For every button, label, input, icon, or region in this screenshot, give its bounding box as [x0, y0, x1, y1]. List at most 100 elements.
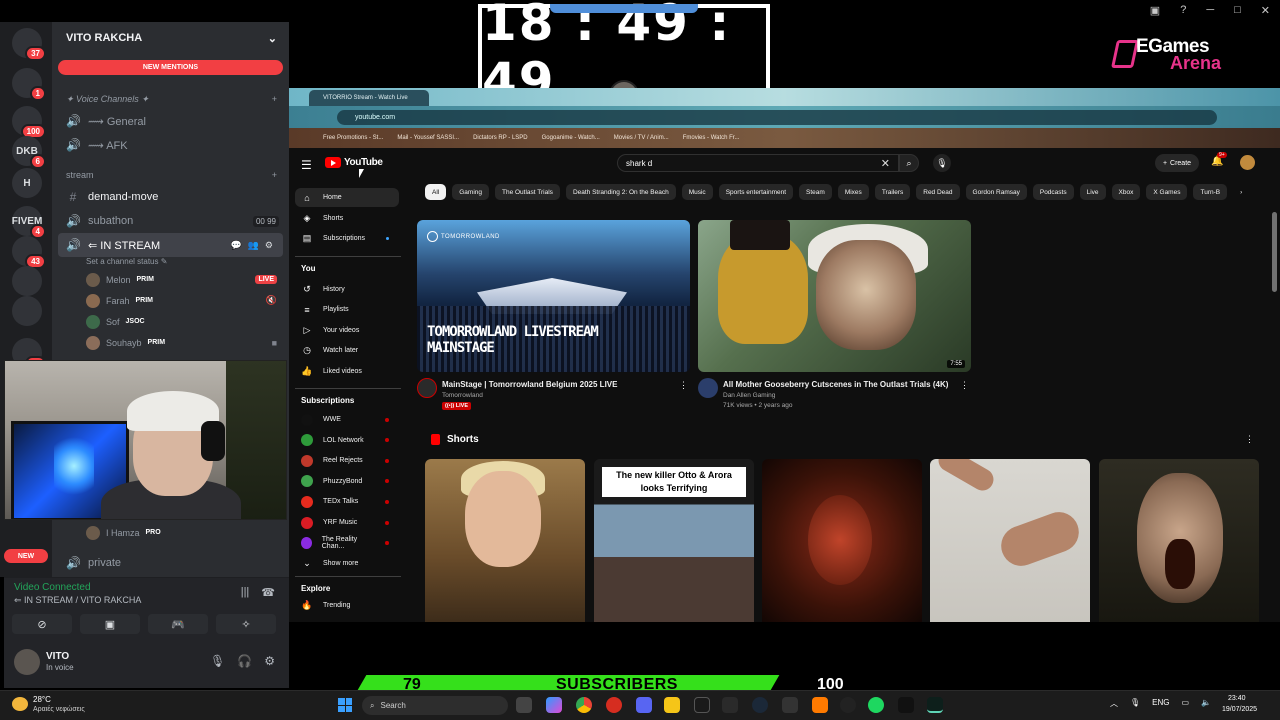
- server-icon[interactable]: DKB 6: [12, 136, 46, 169]
- channel-avatar[interactable]: [698, 378, 718, 398]
- server-icon[interactable]: 1: [12, 68, 46, 101]
- sidebar-item-shorts[interactable]: ◈ Shorts: [295, 209, 399, 228]
- voice-user[interactable]: I Hamza PRO: [52, 522, 289, 543]
- sidebar-item-watch-later[interactable]: ◷ Watch later: [295, 341, 399, 360]
- network-icon[interactable]: ▭: [1182, 698, 1190, 709]
- app-icon[interactable]: [722, 697, 738, 713]
- voice-channel[interactable]: 🔊 ⟿ AFK: [52, 133, 289, 157]
- filter-chip[interactable]: Steam: [799, 184, 832, 200]
- filter-chip[interactable]: Podcasts: [1032, 184, 1074, 200]
- filter-chip[interactable]: Sports entertainment: [718, 184, 794, 200]
- video-title[interactable]: MainStage | Tomorrowland Belgium 2025 LI…: [442, 380, 678, 389]
- filter-chip[interactable]: All: [425, 184, 447, 200]
- subscription-item[interactable]: LOL Network: [295, 431, 399, 450]
- voice-location[interactable]: ⇐ IN STREAM / VITO RAKCHA: [14, 595, 141, 606]
- task-view-icon[interactable]: [516, 697, 532, 713]
- chevron-up-icon[interactable]: ︿: [1110, 698, 1118, 709]
- language-indicator[interactable]: ENG: [1152, 698, 1169, 709]
- sidebar-you-heading[interactable]: You: [301, 264, 316, 273]
- channel-name[interactable]: Dan Allen Gaming: [723, 392, 775, 399]
- category-stream[interactable]: stream +: [52, 165, 289, 185]
- address-bar[interactable]: youtube.com: [337, 110, 1217, 125]
- search-button[interactable]: ⌕: [899, 154, 919, 172]
- channel-avatar[interactable]: [417, 378, 437, 398]
- chat-icon[interactable]: 💬: [230, 240, 241, 251]
- server-icon[interactable]: [12, 266, 42, 296]
- taskbar-date[interactable]: 19/07/2025: [1222, 706, 1257, 713]
- shorts-more-icon[interactable]: ⋮: [1245, 434, 1254, 445]
- voice-user[interactable]: Sof JSOC: [52, 311, 289, 332]
- sidebar-item-history[interactable]: ↺ History: [295, 280, 399, 299]
- subscription-item[interactable]: WWE: [295, 410, 399, 429]
- weather-icon[interactable]: [12, 697, 28, 711]
- add-channel-icon[interactable]: +: [272, 94, 277, 104]
- camera-off-button[interactable]: ⊘: [12, 614, 72, 634]
- short-card[interactable]: [762, 459, 922, 622]
- bookmark[interactable]: Free Promotions - St...: [323, 135, 383, 141]
- filter-chip[interactable]: Music: [681, 184, 713, 200]
- sidebar-item-playlists[interactable]: ≡ Playlists: [295, 300, 399, 319]
- clear-search-icon[interactable]: ✕: [881, 157, 890, 170]
- subscription-item[interactable]: YRF Music: [295, 513, 399, 532]
- hamburger-menu-icon[interactable]: ☰: [301, 158, 312, 172]
- capcut-icon[interactable]: [898, 697, 914, 713]
- video-title[interactable]: All Mother Gooseberry Cutscenes in The O…: [723, 380, 959, 389]
- category-voice-channels[interactable]: ✦ Voice Channels ✦ +: [52, 89, 289, 109]
- show-more-button[interactable]: ⌄ Show more: [295, 554, 399, 573]
- short-card[interactable]: The new killer Otto & Arora looks Terrif…: [594, 459, 754, 622]
- headphones-icon[interactable]: 🎧: [237, 654, 252, 668]
- voice-user[interactable]: Melon PRIM LIVE: [52, 269, 289, 290]
- bookmark[interactable]: Movies / TV / Anim...: [614, 135, 669, 141]
- obs-icon[interactable]: [840, 697, 856, 713]
- video-thumbnail[interactable]: TOMORROWLAND TOMORROWLAND LIVESTREAM MAI…: [417, 220, 690, 372]
- subscription-item[interactable]: TEDx Talks: [295, 492, 399, 511]
- help-icon[interactable]: ?: [1180, 4, 1186, 17]
- noise-suppression-icon[interactable]: |||: [241, 586, 250, 599]
- app-icon[interactable]: [606, 697, 622, 713]
- sidebar-item-home[interactable]: ⌂ Home: [295, 188, 399, 207]
- video-thumbnail[interactable]: 7:55: [698, 220, 971, 372]
- app-icon[interactable]: [782, 697, 798, 713]
- filter-chip[interactable]: X Games: [1146, 184, 1188, 200]
- microphone-icon[interactable]: 🎙: [210, 654, 225, 668]
- sidebar-item-your-videos[interactable]: ▷ Your videos: [295, 321, 399, 340]
- microphone-icon[interactable]: 🎙: [1130, 698, 1140, 709]
- invite-icon[interactable]: 👥: [248, 240, 259, 251]
- terminal-icon[interactable]: [927, 697, 943, 713]
- create-button[interactable]: + Create: [1155, 154, 1199, 172]
- maximize-icon[interactable]: □: [1234, 4, 1241, 17]
- filter-chip[interactable]: Death Stranding 2: On the Beach: [565, 184, 676, 200]
- activities-button[interactable]: 🎮: [148, 614, 208, 634]
- short-card[interactable]: [425, 459, 585, 622]
- channel-status[interactable]: Set a channel status ✎: [52, 257, 289, 269]
- taskbar-time[interactable]: 23:40: [1228, 695, 1246, 702]
- notifications-bell-icon[interactable]: 🔔 9+: [1211, 152, 1227, 167]
- app-icon[interactable]: [694, 697, 710, 713]
- notification-icon[interactable]: ▣: [1150, 4, 1160, 17]
- browser-tab[interactable]: VITORRIO Stream - Watch Live: [309, 90, 429, 106]
- voice-search-icon[interactable]: 🎙: [933, 154, 951, 172]
- filter-chip[interactable]: Gaming: [452, 184, 489, 200]
- sidebar-item-subscriptions[interactable]: ▤ Subscriptions: [295, 229, 399, 248]
- search-input[interactable]: shark d ✕: [617, 154, 899, 172]
- gear-icon[interactable]: ⚙: [265, 240, 273, 251]
- voice-user[interactable]: Souhayb PRIM ■: [52, 332, 289, 353]
- filter-chip[interactable]: Turn-B: [1193, 184, 1228, 200]
- subscription-item[interactable]: PhuzzyBond: [295, 472, 399, 491]
- short-card[interactable]: [1099, 459, 1259, 622]
- weather-temperature[interactable]: 28°C: [33, 695, 51, 704]
- start-button[interactable]: [338, 698, 352, 712]
- filter-chip[interactable]: Gordon Ramsay: [965, 184, 1027, 200]
- filter-chip[interactable]: Trailers: [874, 184, 911, 200]
- filter-chip[interactable]: The Outlast Trials: [495, 184, 560, 200]
- more-options-icon[interactable]: ⋮: [679, 380, 688, 391]
- voice-channel[interactable]: # demand-move: [52, 185, 289, 209]
- soundboard-button[interactable]: ✧: [216, 614, 276, 634]
- file-explorer-icon[interactable]: [664, 697, 680, 713]
- voice-user[interactable]: Farah PRIM 🔇: [52, 290, 289, 311]
- subscription-item[interactable]: The Reality Chan...: [295, 534, 399, 553]
- copilot-icon[interactable]: [546, 697, 562, 713]
- volume-icon[interactable]: 🔈: [1201, 698, 1211, 709]
- channel-in-stream[interactable]: 🔊 ⇐ IN STREAM 💬 👥 ⚙: [58, 233, 283, 257]
- minimize-icon[interactable]: ─: [1206, 4, 1214, 17]
